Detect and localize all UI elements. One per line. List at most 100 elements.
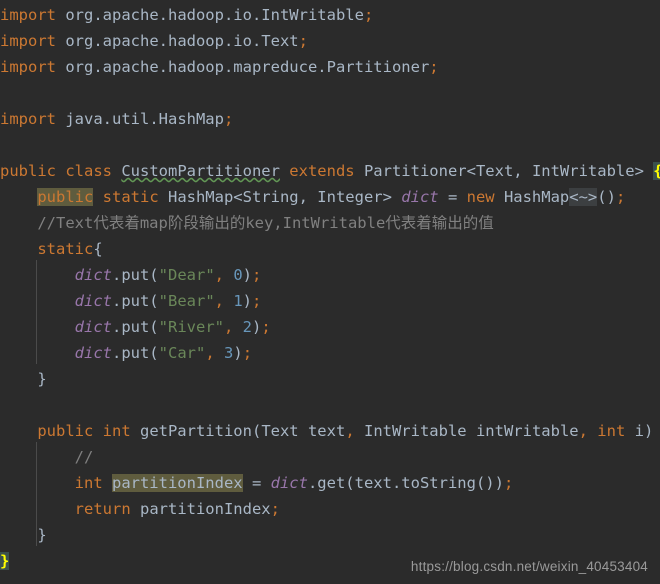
code-line-dict-field[interactable]: public static HashMap<String, Integer> d… bbox=[0, 184, 625, 210]
code-line-dict-put-river[interactable]: dict.put("River", 2); bbox=[0, 314, 271, 340]
code-line-class-declaration[interactable]: public class CustomPartitioner extends P… bbox=[0, 158, 660, 184]
assign-operator: = bbox=[242, 474, 271, 492]
method-name-getpartition: getPartition bbox=[139, 422, 252, 440]
keyword-static: static bbox=[37, 240, 94, 258]
assign-operator: = bbox=[438, 188, 467, 206]
code-editor[interactable]: import org.apache.hadoop.io.IntWritable;… bbox=[0, 0, 660, 584]
method-call-put: .put( bbox=[111, 292, 159, 310]
field-type: HashMap<String, Integer> bbox=[167, 188, 402, 206]
open-brace: { bbox=[93, 240, 103, 258]
method-call-put: .put( bbox=[111, 318, 159, 336]
code-line-import-hashmap[interactable]: import java.util.HashMap; bbox=[0, 106, 233, 132]
close-brace: } bbox=[37, 526, 47, 544]
code-line-empty-comment[interactable]: // bbox=[0, 444, 94, 470]
code-content[interactable]: import org.apache.hadoop.io.IntWritable;… bbox=[0, 0, 660, 584]
import-path: org.apache.hadoop.io.IntWritable bbox=[56, 6, 364, 24]
watermark-url: https://blog.csdn.net/weixin_40453404 bbox=[410, 559, 648, 574]
semicolon: ; bbox=[615, 188, 626, 206]
code-line-comment-chinese[interactable]: //Text代表着map阶段输出的key,IntWritable代表着输出的值 bbox=[0, 210, 494, 236]
close-paren: ) bbox=[643, 422, 654, 440]
code-line-dict-put-dear[interactable]: dict.put("Dear", 0); bbox=[0, 262, 262, 288]
close-brace: } bbox=[37, 370, 47, 388]
code-line-static-block-open[interactable]: static{ bbox=[0, 236, 103, 262]
keyword-import: import bbox=[0, 32, 56, 50]
semicolon: ; bbox=[363, 6, 374, 24]
code-line-import-text[interactable]: import org.apache.hadoop.io.Text; bbox=[0, 28, 308, 54]
matched-close-brace: } bbox=[0, 552, 10, 570]
semicolon: ; bbox=[503, 474, 514, 492]
empty-args: () bbox=[597, 188, 616, 206]
variable-partitionindex: partitionIndex bbox=[130, 500, 271, 518]
semicolon: ; bbox=[429, 58, 439, 76]
comma: , bbox=[223, 318, 243, 336]
code-line-import-intwritable[interactable]: import org.apache.hadoop.io.IntWritable; bbox=[0, 2, 373, 28]
number-value: 1 bbox=[233, 292, 243, 310]
semicolon: ; bbox=[270, 500, 280, 518]
code-line-getpartition-signature[interactable]: public int getPartition(Text text, IntWr… bbox=[0, 418, 660, 444]
keyword-new: new bbox=[466, 188, 504, 206]
param-name-intwritable: intWritable bbox=[466, 422, 579, 440]
folded-diamond-operator[interactable]: <~> bbox=[569, 188, 598, 206]
close-paren: ) bbox=[242, 266, 253, 284]
number-value: 2 bbox=[242, 318, 252, 336]
code-line-import-partitioner[interactable]: import org.apache.hadoop.mapreduce.Parti… bbox=[0, 54, 439, 80]
code-line-dict-put-car[interactable]: dict.put("Car", 3); bbox=[0, 340, 252, 366]
comma: , bbox=[214, 266, 234, 284]
keyword-import: import bbox=[0, 110, 56, 128]
close-paren: ) bbox=[252, 318, 262, 336]
method-call-put: .put( bbox=[111, 344, 159, 362]
semicolon: ; bbox=[298, 32, 308, 50]
comma: , bbox=[345, 422, 364, 440]
close-paren: ) bbox=[242, 292, 253, 310]
field-name-dict: dict bbox=[74, 292, 112, 310]
keyword-public: public bbox=[37, 422, 103, 440]
code-line-return[interactable]: return partitionIndex; bbox=[0, 496, 280, 522]
keyword-extends: extends bbox=[279, 162, 364, 180]
import-path: java.util.HashMap bbox=[56, 110, 224, 128]
string-key: "Car" bbox=[158, 344, 206, 362]
field-name-dict: dict bbox=[74, 344, 112, 362]
code-line-method-close[interactable]: } bbox=[0, 522, 47, 548]
comma: , bbox=[214, 292, 234, 310]
keyword-import: import bbox=[0, 58, 56, 76]
constructor-name: HashMap bbox=[503, 188, 570, 206]
param-name-i: i bbox=[625, 422, 644, 440]
close-paren: ) bbox=[233, 344, 243, 362]
keyword-int: int bbox=[74, 474, 112, 492]
field-name-dict: dict bbox=[74, 318, 112, 336]
string-key: "Bear" bbox=[158, 292, 215, 310]
number-value: 3 bbox=[224, 344, 234, 362]
field-name-dict: dict bbox=[401, 188, 439, 206]
code-line-partitionindex-assign[interactable]: int partitionIndex = dict.get(text.toStr… bbox=[0, 470, 513, 496]
keyword-public-highlighted: public bbox=[37, 188, 94, 206]
keyword-int: int bbox=[102, 422, 140, 440]
field-name-dict: dict bbox=[74, 266, 112, 284]
comment-text: //Text代表着map阶段输出的key,IntWritable代表着输出的值 bbox=[37, 214, 494, 232]
semicolon: ; bbox=[242, 344, 253, 362]
param-type-intwritable: IntWritable bbox=[363, 422, 467, 440]
import-path: org.apache.hadoop.io.Text bbox=[56, 32, 299, 50]
class-name: CustomPartitioner bbox=[121, 162, 280, 180]
param-type-int: int bbox=[597, 422, 626, 440]
matched-open-brace: { bbox=[653, 162, 660, 180]
semicolon: ; bbox=[252, 292, 262, 310]
comma: , bbox=[205, 344, 224, 362]
keyword-return: return bbox=[74, 500, 131, 518]
code-line-static-block-close[interactable]: } bbox=[0, 366, 47, 392]
code-line-dict-put-bear[interactable]: dict.put("Bear", 1); bbox=[0, 288, 262, 314]
code-line-class-close[interactable]: } bbox=[0, 548, 10, 574]
keyword-public: public bbox=[0, 162, 56, 180]
superclass-type: Partitioner<Text, IntWritable> bbox=[363, 162, 654, 180]
open-paren: ( bbox=[251, 422, 262, 440]
